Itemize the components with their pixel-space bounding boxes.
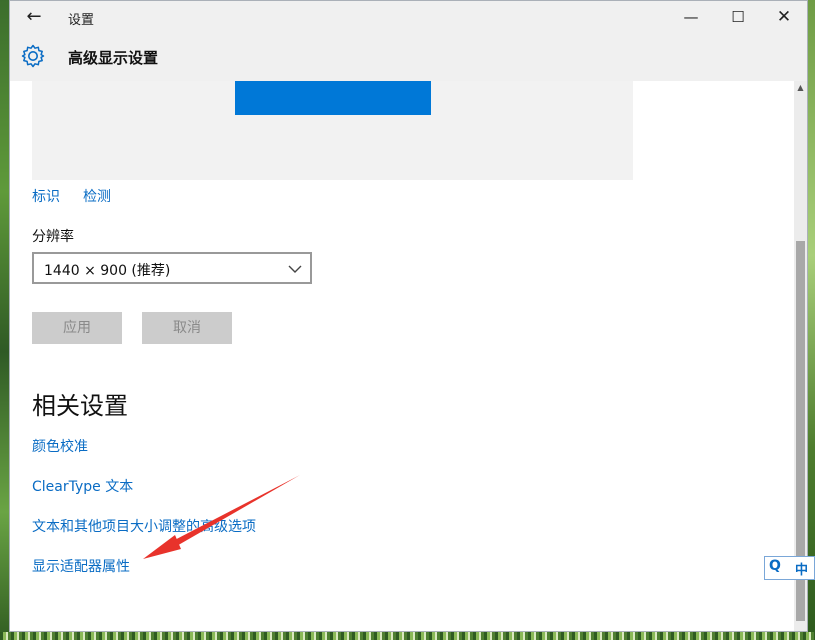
desktop-left-strip xyxy=(0,0,9,640)
gear-icon xyxy=(21,44,45,68)
display-adapter-properties-link[interactable]: 显示适配器属性 xyxy=(32,556,130,576)
related-settings-title: 相关设置 xyxy=(32,392,128,420)
monitor-tile[interactable] xyxy=(235,81,431,115)
ime-search-icon: Q xyxy=(769,558,781,574)
desktop-bottom-strip xyxy=(0,632,815,640)
close-button[interactable]: ✕ xyxy=(769,5,799,29)
ime-language-indicator[interactable]: 中 xyxy=(795,559,808,578)
resolution-label: 分辨率 xyxy=(32,229,74,245)
scroll-up-icon[interactable]: ▲ xyxy=(794,81,807,95)
cleartype-text-link[interactable]: ClearType 文本 xyxy=(32,476,133,496)
minimize-button[interactable]: — xyxy=(676,5,706,29)
vertical-scrollbar[interactable]: ▲ xyxy=(794,81,807,631)
apply-button[interactable]: 应用 xyxy=(32,312,122,344)
page-title: 高级显示设置 xyxy=(68,49,159,67)
color-calibration-link[interactable]: 颜色校准 xyxy=(32,436,88,456)
desktop-right-strip xyxy=(808,0,815,640)
window-title: 设置 xyxy=(68,13,95,28)
ime-language-bar[interactable]: Q 中 xyxy=(764,556,815,580)
back-button[interactable]: ← xyxy=(22,5,46,29)
settings-window: ← 设置 — ☐ ✕ 高级显示设置 标识 检测 分辨率 1440 × 900 (… xyxy=(9,0,808,632)
annotation-arrow-icon xyxy=(143,475,300,559)
maximize-button[interactable]: ☐ xyxy=(723,5,753,29)
chevron-down-icon xyxy=(288,265,302,273)
detect-link[interactable]: 检测 xyxy=(83,186,111,206)
resolution-dropdown[interactable]: 1440 × 900 (推荐) xyxy=(32,252,312,284)
resolution-value: 1440 × 900 (推荐) xyxy=(44,263,171,279)
identify-link[interactable]: 标识 xyxy=(32,186,60,206)
cancel-button[interactable]: 取消 xyxy=(142,312,232,344)
title-bar: ← 设置 — ☐ ✕ 高级显示设置 xyxy=(10,1,807,81)
